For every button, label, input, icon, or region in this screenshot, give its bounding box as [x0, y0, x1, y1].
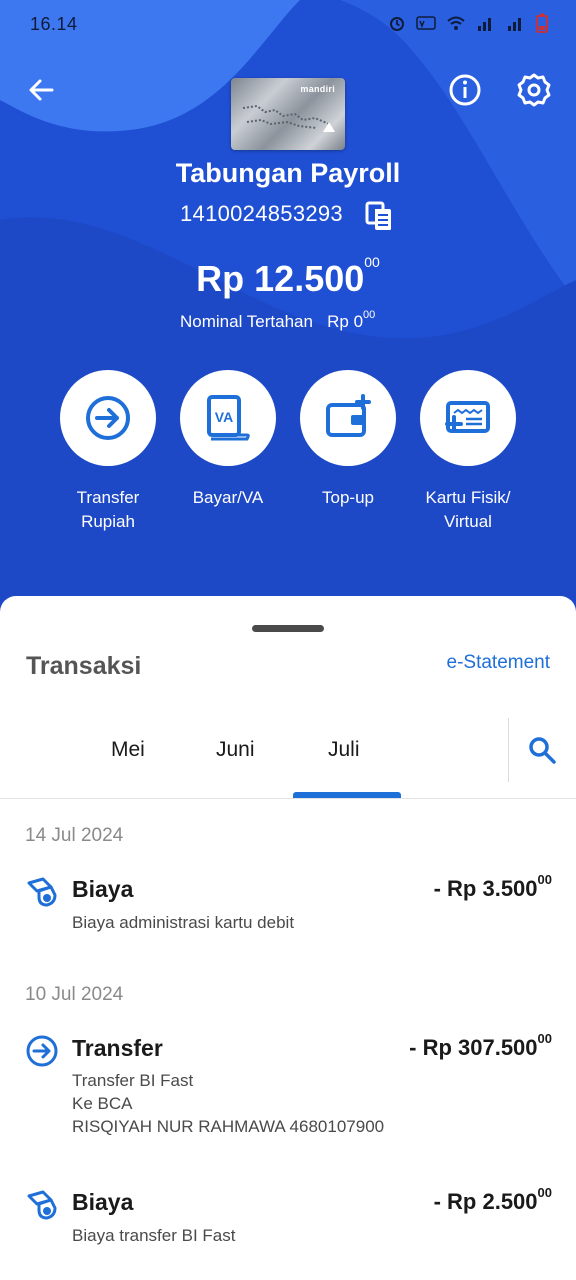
search-button[interactable] — [528, 736, 556, 764]
amount-cents: 00 — [537, 1185, 552, 1200]
transactions-sheet: Transaksi e-Statement Mei Juni Juli 14 J… — [0, 596, 576, 1280]
transaction-description: Transfer BI Fast Ke BCA RISQIYAH NUR RAH… — [72, 1069, 384, 1138]
transaction-type: Biaya — [72, 876, 134, 902]
hold-value: Rp 0 — [327, 312, 364, 331]
balance-amount: Rp 12.500 — [196, 258, 365, 299]
balance-cents: 00 — [364, 254, 380, 270]
action-circle — [60, 370, 156, 466]
month-tabs: Mei Juni Juli — [0, 714, 576, 799]
transfer-icon — [86, 396, 130, 440]
alarm-icon — [388, 14, 406, 37]
map-pattern — [242, 104, 335, 132]
wallet-plus-icon — [326, 394, 371, 437]
back-button[interactable] — [22, 70, 62, 110]
va-icon: VA — [207, 395, 250, 441]
transaction-amount: - Rp 307.50000 — [409, 1031, 552, 1061]
status-icons — [388, 13, 548, 38]
account-name: Tabungan Payroll — [175, 158, 401, 188]
amount-value: - Rp 2.500 — [433, 1189, 538, 1214]
kartu-fisik-virtual-button[interactable]: Kartu Fisik/ Virtual — [413, 370, 523, 534]
bayar-va-button[interactable]: VA Bayar/VA — [173, 370, 283, 510]
transaction-amount: - Rp 3.50000 — [433, 872, 552, 902]
fee-icon — [25, 1188, 59, 1222]
action-label: Bayar/VA — [192, 488, 264, 507]
transaction-description: Biaya administrasi kartu debit — [72, 911, 294, 934]
tab-mei[interactable]: Mei — [111, 738, 145, 762]
search-icon — [529, 737, 556, 764]
action-label: Kartu Fisik/ Virtual — [425, 488, 511, 531]
transaction-date: 10 Jul 2024 — [25, 984, 124, 1005]
tab-juli[interactable]: Juli — [328, 738, 360, 762]
card-brand: mandiri — [300, 84, 335, 94]
transaction-date: 14 Jul 2024 — [25, 825, 124, 846]
info-button[interactable] — [445, 70, 485, 110]
amount-cents: 00 — [537, 872, 552, 887]
transaction-amount: - Rp 2.50000 — [433, 1185, 552, 1215]
amount-value: - Rp 307.500 — [409, 1035, 538, 1060]
fee-icon — [25, 875, 59, 909]
copy-icon — [365, 201, 391, 230]
action-circle — [420, 370, 516, 466]
arrow-left-icon — [29, 79, 54, 101]
transaction-description: Biaya transfer BI Fast — [72, 1224, 235, 1247]
amount-cents: 00 — [537, 1031, 552, 1046]
action-circle: VA — [180, 370, 276, 466]
hold-label: Nominal Tertahan — [180, 312, 313, 331]
action-circle — [300, 370, 396, 466]
transfer-icon — [25, 1034, 59, 1068]
transactions-title: Transaksi — [26, 652, 142, 680]
account-balance: Rp 12.50000 — [0, 254, 576, 300]
copy-button[interactable] — [364, 200, 394, 232]
info-icon — [449, 74, 481, 106]
tabs-divider — [508, 718, 509, 782]
status-bar: 16.14 — [0, 0, 576, 48]
transaction-type: Transfer — [72, 1035, 163, 1061]
transaction-type: Biaya — [72, 1189, 134, 1215]
transfer-rupiah-button[interactable]: Transfer Rupiah — [53, 370, 163, 534]
description-line: Transfer BI Fast — [72, 1071, 194, 1090]
card-plus-icon — [445, 401, 490, 433]
hold-amount: Nominal Tertahan Rp 000 — [180, 309, 376, 332]
description-line: Biaya administrasi kartu debit — [72, 913, 295, 932]
description-line: RISQIYAH NUR RAHMAWA 4680107900 — [72, 1117, 385, 1136]
settings-button[interactable] — [514, 70, 554, 110]
action-label: Transfer Rupiah — [76, 488, 140, 531]
svg-text:VA: VA — [215, 409, 233, 425]
card-image[interactable]: mandiri — [231, 78, 345, 150]
account-header: 16.14 mandiri Tabungan Payroll 141002485… — [0, 0, 576, 640]
topup-button[interactable]: Top-up — [293, 370, 403, 510]
amount-value: - Rp 3.500 — [433, 876, 538, 901]
description-line: Biaya transfer BI Fast — [72, 1226, 236, 1245]
signal-icon — [476, 15, 496, 36]
wifi-icon — [446, 15, 466, 36]
description-line: Ke BCA — [72, 1094, 133, 1113]
gear-icon — [517, 73, 551, 107]
action-label: Top-up — [322, 488, 374, 507]
status-time: 16.14 — [30, 14, 78, 34]
signal-icon-2 — [506, 15, 526, 36]
account-number: 1410024853293 — [180, 201, 343, 226]
tab-juni[interactable]: Juni — [216, 738, 255, 762]
battery-icon — [536, 13, 548, 38]
volte-icon — [416, 14, 436, 37]
drag-handle[interactable] — [252, 625, 324, 632]
hold-cents: 00 — [363, 309, 376, 321]
e-statement-link[interactable]: e-Statement — [447, 652, 551, 674]
active-tab-indicator — [293, 792, 401, 798]
